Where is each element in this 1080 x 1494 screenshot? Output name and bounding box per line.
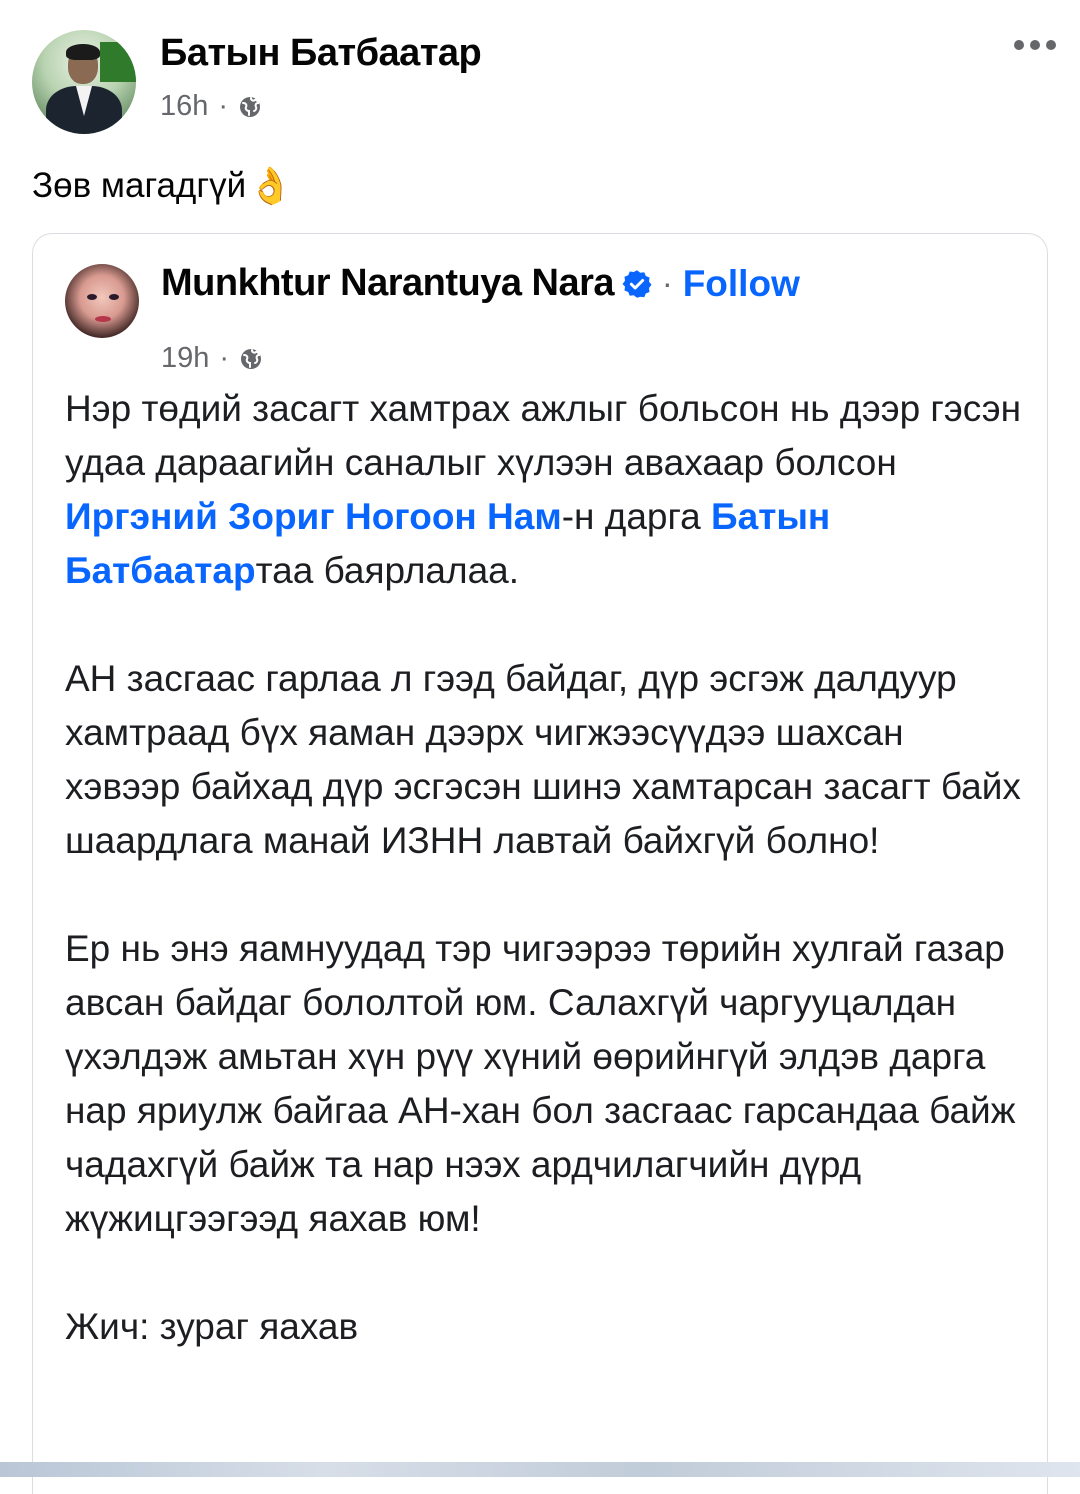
bottom-image-strip (0, 1462, 1080, 1477)
paragraph-1-text-a: Нэр төдий засагт хамтрах ажлыг больсон н… (65, 388, 1022, 483)
author-avatar[interactable] (32, 30, 136, 134)
shared-post-meta: 19h · (161, 342, 263, 375)
post-message: Зөв магадгүй (32, 166, 247, 205)
paragraph-1-text-c: таа баярлалаа. (255, 550, 520, 591)
avatar-hair (66, 44, 100, 60)
shared-post-header: Munkhtur Narantuya Nara · Follow 19h · (63, 258, 1023, 374)
ok-hand-emoji-icon: 👌 (248, 165, 293, 206)
avatar-eye (109, 294, 119, 300)
avatar-eye (87, 294, 97, 300)
shared-post-time[interactable]: 19h (161, 342, 209, 375)
follow-button[interactable]: Follow (683, 263, 800, 305)
shared-author-avatar[interactable] (65, 264, 139, 338)
paragraph-1: Нэр төдий засагт хамтрах ажлыг больсон н… (65, 382, 1025, 598)
paragraph-1-text-b: -н дарга (561, 496, 712, 537)
verified-badge-icon (622, 269, 652, 298)
more-options-button[interactable] (1014, 40, 1056, 50)
avatar-lips (95, 316, 111, 322)
avatar-background-board (100, 42, 136, 82)
globe-icon[interactable] (239, 347, 263, 371)
author-name[interactable]: Батын Батбаатар (160, 32, 482, 75)
meta-separator: · (219, 342, 230, 374)
shared-post-body: Нэр төдий засагт хамтрах ажлыг больсон н… (65, 382, 1025, 1354)
post-text: Зөв магадгүй 👌 (32, 165, 293, 207)
shared-name-row: Munkhtur Narantuya Nara · Follow (161, 262, 800, 305)
ellipsis-dot (1046, 40, 1056, 50)
post-meta: 16h · (160, 90, 262, 123)
party-link[interactable]: Иргэний Зориг Ногоон Нам (65, 496, 562, 537)
post-time[interactable]: 16h (160, 90, 208, 123)
name-separator: · (662, 265, 673, 301)
ellipsis-icon (1014, 40, 1024, 50)
shared-post-card[interactable]: Munkhtur Narantuya Nara · Follow 19h · Н… (32, 233, 1048, 1494)
paragraph-2: АН засгаас гарлаа л гээд байдаг, дүр эсг… (65, 658, 1021, 861)
globe-icon[interactable] (238, 95, 262, 119)
ellipsis-dot (1030, 40, 1040, 50)
post-header: Батын Батбаатар 16h · (32, 26, 1062, 136)
shared-author-name[interactable]: Munkhtur Narantuya Nara (161, 262, 615, 305)
meta-separator: · (218, 90, 229, 122)
paragraph-3: Ер нь энэ яамнуудад тэр чигээрээ төрийн … (65, 928, 1016, 1239)
postscript: Жич: зураг яахав (65, 1306, 359, 1347)
